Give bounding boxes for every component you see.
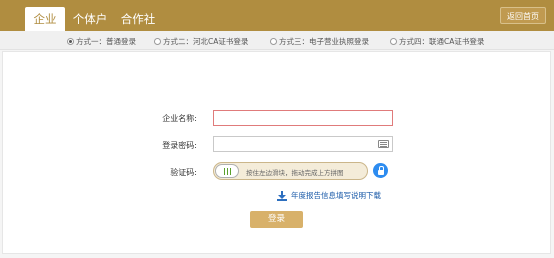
radio-icon[interactable]	[270, 38, 277, 45]
radio-icon[interactable]	[390, 38, 397, 45]
method-label: 方式四：联通CA证书登录	[399, 37, 485, 46]
method-option-unicom-ca[interactable]: 方式四：联通CA证书登录	[390, 36, 484, 47]
password-input[interactable]	[213, 136, 393, 152]
method-label: 方式三：电子营业执照登录	[279, 37, 369, 46]
download-icon	[277, 190, 287, 201]
download-link[interactable]: 年度报告信息填写说明下载	[277, 190, 381, 201]
slider-hint: 按住左边滑块，拖动完成上方拼图	[246, 169, 344, 177]
tab-individual[interactable]: 个体户	[70, 7, 110, 31]
tab-cooperative[interactable]: 合作社	[118, 7, 158, 31]
login-button[interactable]: 登录	[250, 211, 303, 228]
login-page: 企业 个体户 合作社 返回首页 方式一：普通登录 方式二：河北CA证书登录 方式…	[0, 0, 554, 258]
keyboard-icon[interactable]	[378, 140, 389, 148]
method-label: 方式一：普通登录	[76, 37, 136, 46]
download-link-text[interactable]: 年度报告信息填写说明下载	[291, 190, 381, 201]
lock-icon	[373, 163, 388, 178]
method-option-hebei-ca[interactable]: 方式二：河北CA证书登录	[154, 36, 248, 47]
company-name-label: 企业名称:	[162, 114, 197, 123]
method-option-business-license[interactable]: 方式三：电子营业执照登录	[270, 36, 369, 47]
top-bar: 企业 个体户 合作社 返回首页	[0, 0, 554, 31]
radio-icon[interactable]	[154, 38, 161, 45]
slider-captcha: 按住左边滑块，拖动完成上方拼图	[213, 162, 368, 180]
company-name-input[interactable]	[213, 110, 393, 126]
login-method-row: 方式一：普通登录 方式二：河北CA证书登录 方式三：电子营业执照登录 方式四：联…	[0, 31, 554, 50]
password-label: 登录密码:	[162, 141, 197, 150]
slider-handle[interactable]	[215, 164, 239, 178]
radio-selected-icon[interactable]	[67, 38, 74, 45]
verify-code-label: 验证码:	[170, 168, 197, 177]
tab-enterprise[interactable]: 企业	[25, 7, 65, 31]
method-label: 方式二：河北CA证书登录	[163, 37, 249, 46]
method-option-normal[interactable]: 方式一：普通登录	[67, 36, 136, 47]
home-button[interactable]: 返回首页	[500, 7, 546, 24]
